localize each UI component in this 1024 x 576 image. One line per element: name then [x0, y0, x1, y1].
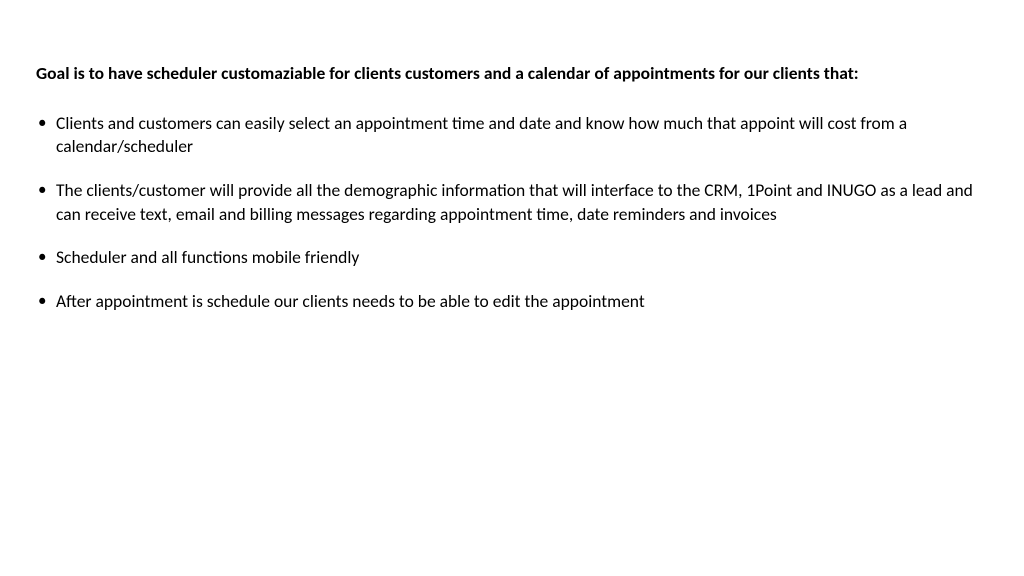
page-heading: Goal is to have scheduler customaziable …: [36, 62, 988, 86]
list-item: After appointment is schedule our client…: [36, 290, 988, 314]
list-item: Scheduler and all functions mobile frien…: [36, 246, 988, 270]
list-item: The clients/customer will provide all th…: [36, 179, 988, 226]
bullet-list: Clients and customers can easily select …: [36, 112, 988, 314]
list-item: Clients and customers can easily select …: [36, 112, 988, 159]
